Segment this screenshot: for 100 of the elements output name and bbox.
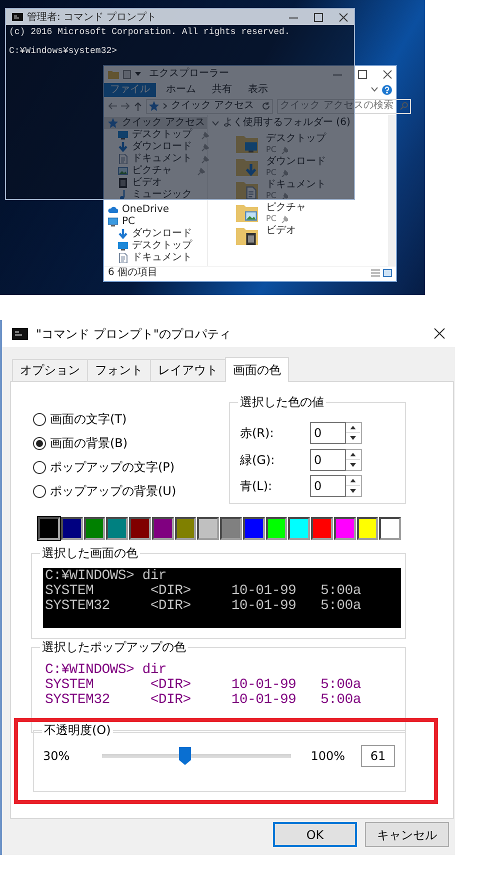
color-swatch[interactable] xyxy=(152,517,174,540)
value-field[interactable]: 0 xyxy=(310,422,346,444)
nav-item[interactable]: ドキュメント xyxy=(104,153,207,165)
color-swatch[interactable] xyxy=(266,517,288,540)
console-line: C:¥Windows¥system32> xyxy=(8,45,118,58)
window-title: 管理者: コマンド プロンプト xyxy=(27,10,157,24)
folder-icon xyxy=(236,179,258,199)
color-swatch[interactable] xyxy=(220,517,242,540)
close-icon[interactable] xyxy=(383,70,392,78)
down-arrow-icon xyxy=(118,229,128,239)
down-arrow-icon xyxy=(118,142,128,152)
nav-item[interactable]: ミュージック xyxy=(104,189,207,201)
monitor-icon xyxy=(118,130,128,140)
radio-label: 画面の文字(T) xyxy=(50,411,127,428)
chevron-right-icon xyxy=(163,103,167,109)
console-icon xyxy=(12,328,28,340)
value-field[interactable]: 0 xyxy=(310,475,346,498)
value-field[interactable]: 0 xyxy=(310,448,346,471)
preview-line: SYSTEM32 <DIR> 10-01-99 5:00a xyxy=(45,599,362,614)
folder-name[interactable]: デスクトップ xyxy=(266,133,326,145)
color-swatch[interactable] xyxy=(197,517,219,540)
nav-item[interactable]: ダウンロード xyxy=(104,141,207,153)
nav-label: ドキュメント xyxy=(132,153,192,165)
field-label: 緑(G): xyxy=(240,452,276,469)
cancel-button[interactable]: キャンセル xyxy=(365,822,449,847)
close-icon[interactable] xyxy=(339,12,348,22)
ribbon-tab[interactable]: 表示 xyxy=(242,82,274,96)
help-icon[interactable] xyxy=(382,84,392,94)
maximize-icon[interactable] xyxy=(314,12,323,22)
caret-icon[interactable] xyxy=(135,72,141,76)
address-field[interactable]: クイック アクセス xyxy=(146,98,274,114)
nav-label: PC xyxy=(122,216,136,228)
color-swatch[interactable] xyxy=(174,517,196,540)
group-title: 選択したポップアップの色 xyxy=(40,639,188,655)
chevron-icon[interactable] xyxy=(371,87,378,92)
preview-line: C:¥WINDOWS> dir xyxy=(45,569,168,584)
spinner[interactable] xyxy=(346,475,362,498)
refresh-icon[interactable] xyxy=(262,102,270,110)
field-label: 赤(R): xyxy=(240,425,275,442)
nav-item[interactable]: ピクチャ xyxy=(104,165,207,177)
tiles-view-icon[interactable] xyxy=(383,269,392,277)
nav-label: OneDrive xyxy=(122,204,170,216)
color-swatch[interactable] xyxy=(106,517,128,540)
group-title: 選択した画面の色 xyxy=(40,545,140,561)
slider-thumb[interactable] xyxy=(179,747,192,765)
nav-item[interactable]: ビデオ xyxy=(104,177,207,189)
color-swatch[interactable] xyxy=(311,517,333,540)
maximize-icon[interactable] xyxy=(358,70,367,78)
radio-button[interactable] xyxy=(33,436,46,450)
radio-label: ポップアップの背景(U) xyxy=(50,483,176,500)
nav-label: クイック アクセス xyxy=(122,117,206,128)
spinner[interactable] xyxy=(346,422,362,444)
address-text: クイック アクセス xyxy=(171,100,254,112)
monitor-icon xyxy=(108,217,118,227)
folder-icon xyxy=(108,70,119,78)
color-swatch[interactable] xyxy=(334,517,356,540)
color-swatch[interactable] xyxy=(38,517,60,540)
color-swatch[interactable] xyxy=(129,517,151,540)
pin-icon xyxy=(280,214,288,222)
nav-item[interactable]: デスクトップ xyxy=(104,129,207,141)
close-icon[interactable] xyxy=(434,328,445,339)
folder-name[interactable]: ピクチャ xyxy=(266,202,306,214)
cloud-icon xyxy=(108,205,118,215)
color-swatch[interactable] xyxy=(379,517,401,540)
color-swatch[interactable] xyxy=(288,517,310,540)
folder-name[interactable]: ドキュメント xyxy=(266,179,326,191)
nav-item[interactable]: OneDrive xyxy=(104,204,207,216)
nav-item[interactable]: PC xyxy=(104,216,207,228)
scrollbar[interactable] xyxy=(388,115,396,266)
ribbon-tab[interactable]: 共有 xyxy=(206,82,238,96)
details-view-icon[interactable] xyxy=(371,269,380,277)
dialog-title: "コマンド プロンプト"のプロパティ xyxy=(36,326,231,342)
chevron-icon[interactable] xyxy=(212,120,219,126)
ok-button[interactable]: OK xyxy=(273,822,357,847)
console-icon xyxy=(12,13,23,21)
tab[interactable]: 画面の色 xyxy=(225,357,289,382)
nav-item[interactable]: デスクトップ xyxy=(104,240,207,252)
value-field[interactable]: 61 xyxy=(361,745,395,767)
nav-label: デスクトップ xyxy=(132,240,192,252)
pin-icon xyxy=(280,146,288,154)
spinner[interactable] xyxy=(346,448,362,471)
ribbon-tab[interactable]: ホーム xyxy=(160,82,202,96)
radio-button[interactable] xyxy=(33,460,46,474)
folder-name[interactable]: ダウンロード xyxy=(266,156,326,168)
folder-name[interactable]: ビデオ xyxy=(266,225,296,237)
nav-label: ダウンロード xyxy=(132,141,192,153)
radio-button[interactable] xyxy=(33,412,46,426)
color-swatch[interactable] xyxy=(60,517,82,540)
color-swatch[interactable] xyxy=(242,517,264,540)
color-swatch[interactable] xyxy=(84,517,106,540)
nav-item[interactable]: ダウンロード xyxy=(104,228,207,240)
folder-icon xyxy=(236,156,258,176)
section-title: よく使用するフォルダー (6) xyxy=(223,117,350,129)
tab[interactable]: オプション xyxy=(12,359,88,381)
color-swatch[interactable] xyxy=(356,517,378,540)
field-label: 青(L): xyxy=(240,478,274,496)
folder-icon xyxy=(236,225,258,245)
radio-button[interactable] xyxy=(33,484,46,498)
nav-label: ビデオ xyxy=(132,177,162,189)
nav-item[interactable]: ドキュメント xyxy=(104,252,207,264)
